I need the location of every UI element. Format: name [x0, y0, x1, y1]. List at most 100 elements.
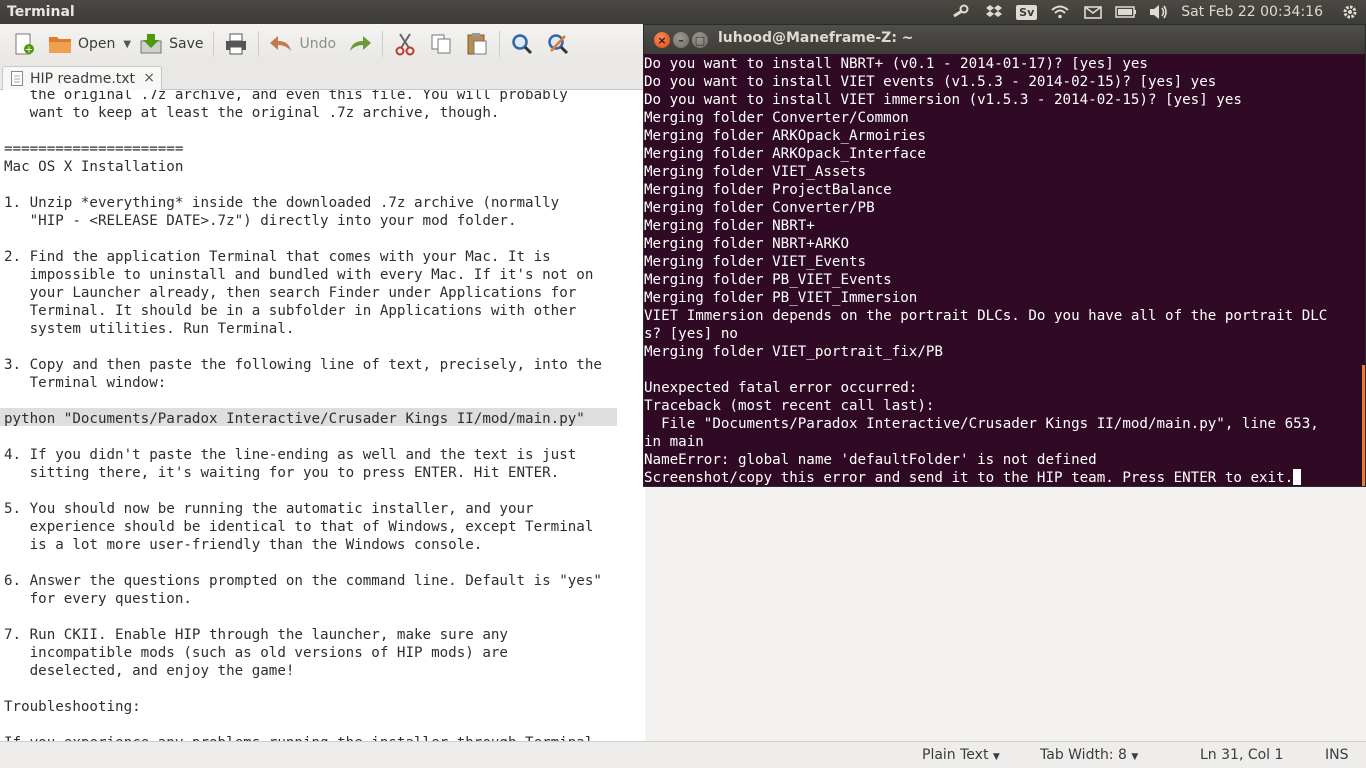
- editor-line[interactable]: [4, 428, 602, 446]
- battery-icon[interactable]: [1109, 0, 1142, 24]
- terminal-line-text: Merging folder VIET_Assets: [644, 164, 867, 180]
- terminal-line: Do you want to install VIET events (v1.5…: [644, 73, 1327, 91]
- terminal-line-text: Merging folder NBRT+: [644, 218, 815, 234]
- terminal-line: VIET Immersion depends on the portrait D…: [644, 307, 1327, 325]
- terminal-line: Merging folder Converter/PB: [644, 199, 1327, 217]
- save-button[interactable]: Save: [133, 28, 209, 60]
- terminal-line: Merging folder NBRT+: [644, 217, 1327, 235]
- gear-icon[interactable]: [1333, 0, 1366, 24]
- dropbox-icon[interactable]: [977, 0, 1010, 24]
- steam-icon[interactable]: [944, 0, 977, 24]
- mail-icon[interactable]: [1076, 0, 1109, 24]
- terminal-line: Merging folder ProjectBalance: [644, 181, 1327, 199]
- terminal-line-text: Merging folder PB_VIET_Immersion: [644, 290, 918, 306]
- editor-line[interactable]: Mac OS X Installation: [4, 158, 602, 176]
- keyboard-layout-label: Sv: [1016, 4, 1038, 20]
- editor-line[interactable]: [4, 392, 602, 410]
- editor-line[interactable]: 7. Run CKII. Enable HIP through the laun…: [4, 626, 602, 644]
- terminal-text[interactable]: Do you want to install NBRT+ (v0.1 - 201…: [644, 55, 1327, 486]
- editor-line[interactable]: deselected, and enjoy the game!: [4, 662, 602, 680]
- copy-icon: [429, 32, 453, 56]
- editor-line[interactable]: incompatible mods (such as old versions …: [4, 644, 602, 662]
- top-panel: Terminal Sv Sat Feb 22 00:34:16: [0, 0, 1366, 24]
- editor-line[interactable]: Troubleshooting:: [4, 698, 602, 716]
- chevron-down-icon: ▼: [123, 38, 132, 50]
- minimize-window-button[interactable]: –: [673, 32, 689, 48]
- terminal-titlebar[interactable]: × – □ luhood@Maneframe-Z: ~: [644, 25, 1365, 54]
- editor-line[interactable]: is a lot more user-friendly than the Win…: [4, 536, 602, 554]
- keyboard-layout-indicator[interactable]: Sv: [1010, 0, 1043, 24]
- svg-text:+: +: [25, 45, 33, 56]
- editor-line[interactable]: [4, 554, 602, 572]
- editor-line[interactable]: 3. Copy and then paste the following lin…: [4, 356, 602, 374]
- editor-line[interactable]: 6. Answer the questions prompted on the …: [4, 572, 602, 590]
- language-selector[interactable]: Plain Text ▼: [922, 747, 1000, 763]
- new-document-icon: +: [12, 32, 36, 56]
- editor-line[interactable]: 1. Unzip *everything* inside the downloa…: [4, 194, 602, 212]
- editor-line[interactable]: 2. Find the application Terminal that co…: [4, 248, 602, 266]
- undo-button[interactable]: Undo: [263, 28, 342, 60]
- editor-line[interactable]: [4, 716, 602, 734]
- editor-line[interactable]: [4, 482, 602, 500]
- insert-mode: INS: [1325, 747, 1349, 763]
- editor-line[interactable]: [4, 230, 602, 248]
- save-icon: [139, 32, 163, 56]
- editor-line[interactable]: Terminal. It should be in a subfolder in…: [4, 302, 602, 320]
- text-editor-area[interactable]: the original .7z archive, and even this …: [0, 90, 645, 741]
- editor-line[interactable]: experience should be identical to that o…: [4, 518, 602, 536]
- find-button[interactable]: [504, 28, 540, 60]
- close-tab-icon[interactable]: ×: [143, 70, 155, 86]
- editor-line[interactable]: for every question.: [4, 590, 602, 608]
- terminal-line: Merging folder Converter/Common: [644, 109, 1327, 127]
- editor-line[interactable]: 4. If you didn't paste the line-ending a…: [4, 446, 602, 464]
- clock[interactable]: Sat Feb 22 00:34:16: [1175, 4, 1333, 20]
- editor-line[interactable]: sitting there, it's waiting for you to p…: [4, 464, 602, 482]
- search-icon: [510, 32, 534, 56]
- copy-button[interactable]: [423, 28, 459, 60]
- open-button[interactable]: Open: [42, 28, 121, 60]
- print-button[interactable]: [218, 28, 254, 60]
- terminal-line: [644, 361, 1327, 379]
- language-label: Plain Text: [922, 747, 989, 763]
- paste-button[interactable]: [459, 28, 495, 60]
- wifi-icon[interactable]: [1043, 0, 1076, 24]
- editor-line[interactable]: "HIP - <RELEASE DATE>.7z") directly into…: [4, 212, 602, 230]
- editor-text[interactable]: the original .7z archive, and even this …: [4, 90, 602, 741]
- terminal-scrollbar[interactable]: [1362, 365, 1365, 486]
- editor-line[interactable]: [4, 338, 602, 356]
- terminal-line: Merging folder PB_VIET_Events: [644, 271, 1327, 289]
- close-window-button[interactable]: ×: [654, 32, 670, 48]
- editor-line[interactable]: impossible to uninstall and bundled with…: [4, 266, 602, 284]
- editor-line[interactable]: your Launcher already, then search Finde…: [4, 284, 602, 302]
- editor-line[interactable]: [4, 122, 602, 140]
- terminal-line-text: Screenshot/copy this error and send it t…: [644, 470, 1294, 486]
- editor-line[interactable]: want to keep at least the original .7z a…: [4, 104, 602, 122]
- terminal-line-text: Do you want to install NBRT+ (v0.1 - 201…: [644, 56, 1148, 72]
- editor-line[interactable]: =====================: [4, 140, 602, 158]
- redo-button[interactable]: [342, 28, 378, 60]
- editor-line[interactable]: [4, 608, 602, 626]
- new-document-button[interactable]: +: [6, 28, 42, 60]
- find-replace-button[interactable]: [540, 28, 576, 60]
- editor-line[interactable]: [4, 176, 602, 194]
- undo-arrow-icon: [269, 32, 293, 56]
- editor-line[interactable]: If you experience any problems running t…: [4, 734, 602, 741]
- tab-width-selector[interactable]: Tab Width: 8 ▼: [1040, 747, 1138, 763]
- terminal-cursor: [1293, 469, 1302, 485]
- document-tab[interactable]: HIP readme.txt ×: [2, 66, 162, 90]
- editor-line[interactable]: 5. You should now be running the automat…: [4, 500, 602, 518]
- terminal-line: Merging folder VIET_portrait_fix/PB: [644, 343, 1327, 361]
- find-replace-icon: [546, 32, 570, 56]
- volume-icon[interactable]: [1142, 0, 1175, 24]
- maximize-window-button[interactable]: □: [692, 32, 708, 48]
- editor-line[interactable]: python "Documents/Paradox Interactive/Cr…: [4, 410, 602, 428]
- terminal-window[interactable]: × – □ luhood@Maneframe-Z: ~ Do you want …: [643, 24, 1366, 487]
- terminal-output[interactable]: Do you want to install NBRT+ (v0.1 - 201…: [644, 54, 1365, 486]
- cut-button[interactable]: [387, 28, 423, 60]
- editor-line[interactable]: the original .7z archive, and even this …: [4, 90, 602, 104]
- open-recent-dropdown[interactable]: ▼: [121, 28, 133, 60]
- editor-line[interactable]: system utilities. Run Terminal.: [4, 320, 602, 338]
- editor-line[interactable]: Terminal window:: [4, 374, 602, 392]
- close-icon: ×: [657, 33, 667, 47]
- editor-line[interactable]: [4, 680, 602, 698]
